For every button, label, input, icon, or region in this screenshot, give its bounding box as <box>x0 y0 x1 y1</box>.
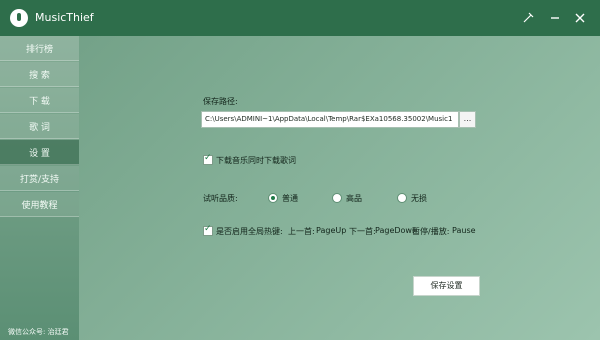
browse-button[interactable]: ... <box>459 111 476 128</box>
save-path-label: 保存路径: <box>203 97 238 106</box>
quality-option-high: 高品 <box>346 194 362 203</box>
hotkey-next-label: 下一首: <box>349 227 376 236</box>
quality-label: 试听品质: <box>203 194 238 203</box>
wechat-footer: 微信公众号: 治廷君 <box>8 328 69 336</box>
sidebar-item-label: 歌 词 <box>29 122 50 133</box>
title-bar: MusicThief <box>0 0 600 36</box>
sidebar-item-tutorial[interactable]: 使用教程 <box>0 192 79 217</box>
download-lyrics-label: 下载音乐同时下载歌词 <box>216 156 296 165</box>
sidebar: 排行榜 搜 索 下 载 歌 词 设 置 打赏/支持 使用教程 <box>0 36 79 340</box>
hotkey-pause-key: Pause <box>452 226 476 235</box>
sidebar-item-label: 排行榜 <box>25 44 53 55</box>
pin-button[interactable] <box>518 8 538 28</box>
sidebar-item-label: 搜 索 <box>29 70 50 81</box>
quality-radio-lossless[interactable] <box>397 193 407 203</box>
hotkey-next-key: PageDown <box>375 226 418 235</box>
quality-radio-high[interactable] <box>332 193 342 203</box>
sidebar-item-download[interactable]: 下 载 <box>0 88 79 113</box>
sidebar-item-label: 下 载 <box>29 96 50 107</box>
minimize-icon <box>551 17 559 19</box>
global-hotkeys-checkbox[interactable] <box>203 224 213 236</box>
sidebar-item-label: 设 置 <box>29 148 50 159</box>
hotkey-prev-label: 上一首: <box>288 227 315 236</box>
quality-option-lossless: 无损 <box>411 194 427 203</box>
sidebar-item-lyrics[interactable]: 歌 词 <box>0 114 79 139</box>
sidebar-item-rankings[interactable]: 排行榜 <box>0 36 79 61</box>
save-path-field[interactable]: C:\Users\ADMINI~1\AppData\Local\Temp\Rar… <box>201 111 459 128</box>
close-icon <box>575 13 585 23</box>
app-title: MusicThief <box>35 11 94 24</box>
minimize-button[interactable] <box>545 8 565 28</box>
sidebar-item-settings[interactable]: 设 置 <box>0 140 79 165</box>
music-note-logo-icon <box>10 9 28 27</box>
save-settings-button[interactable]: 保存设置 <box>413 276 480 296</box>
sidebar-item-label: 打赏/支持 <box>19 174 60 185</box>
sidebar-item-label: 使用教程 <box>21 200 58 211</box>
sidebar-item-support[interactable]: 打赏/支持 <box>0 166 79 191</box>
quality-radio-normal[interactable] <box>268 193 278 203</box>
hotkey-prev-key: PageUp <box>316 226 347 235</box>
music-thief-window: MusicThief 排行榜 搜 索 下 载 歌 词 设 置 打赏/支持 使用教… <box>0 0 600 340</box>
download-lyrics-checkbox[interactable] <box>203 153 213 165</box>
quality-option-normal: 普通 <box>282 194 298 203</box>
global-hotkeys-label: 是否启用全局热键: <box>216 227 283 236</box>
hotkey-pause-label: 暂停/播放: <box>412 227 450 236</box>
close-button[interactable] <box>570 8 590 28</box>
sidebar-item-search[interactable]: 搜 索 <box>0 62 79 87</box>
pin-icon <box>523 12 534 23</box>
